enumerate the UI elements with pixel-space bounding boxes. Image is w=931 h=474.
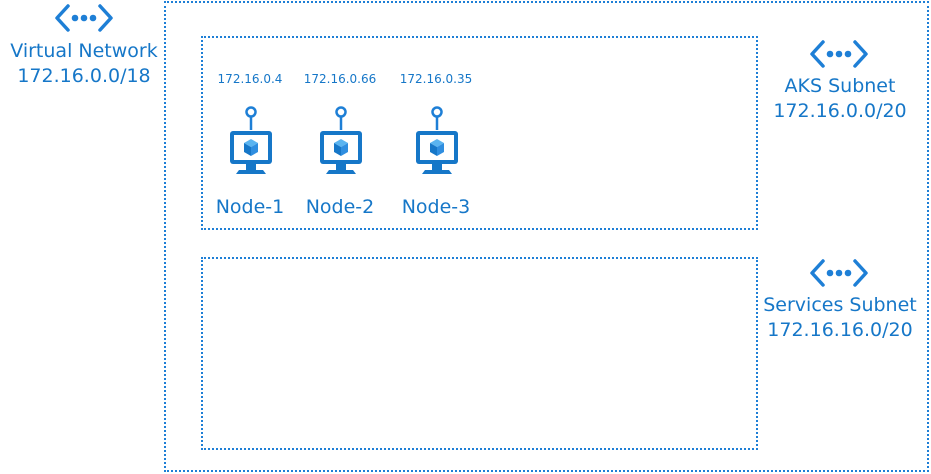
virtual-machine-icon [227,106,275,188]
virtual-network-label: Virtual Network 172.16.0.0/18 [0,39,168,89]
aks-subnet-label: AKS Subnet 172.16.0.0/20 [772,74,908,124]
node-name: Node-3 [401,196,471,218]
aks-subnet-cidr: 172.16.0.0/20 [773,100,907,122]
node-ip: 172.16.0.4 [217,72,283,86]
virtual-network-title: Virtual Network [10,40,158,62]
aks-subnet-name: AKS Subnet [784,75,896,97]
virtual-machine-icon [413,106,461,188]
node-name: Node-1 [215,196,285,218]
node-ip: 172.16.0.35 [399,72,473,86]
services-subnet-icon [809,257,869,289]
aks-subnet-icon [809,38,869,70]
virtual-machine-icon [317,106,365,188]
node-name: Node-2 [305,196,375,218]
virtual-network-icon [54,2,114,34]
virtual-network-cidr: 172.16.0.0/18 [17,65,151,87]
services-subnet-boundary [201,257,758,450]
services-subnet-label: Services Subnet 172.16.16.0/20 [760,293,920,343]
node-ip: 172.16.0.66 [303,72,377,86]
services-subnet-cidr: 172.16.16.0/20 [767,319,913,341]
services-subnet-name: Services Subnet [763,294,917,316]
